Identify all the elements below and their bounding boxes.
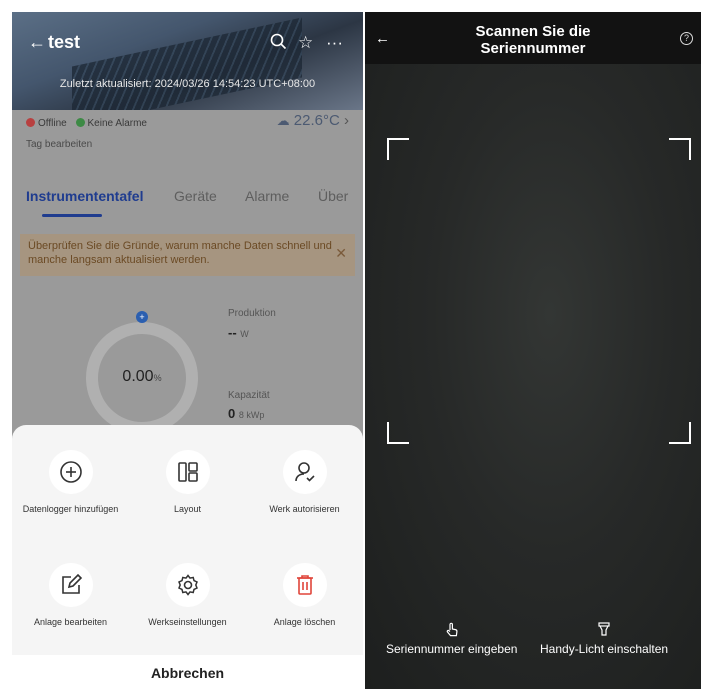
tab-indicator: [42, 214, 102, 217]
offline-dot-icon: [26, 118, 35, 127]
tab-about[interactable]: Über: [318, 188, 348, 204]
delete-plant-button[interactable]: Anlage löschen: [246, 563, 363, 627]
scan-header: ← Scannen Sie die Seriennummer ?: [365, 12, 701, 64]
frame-corner-top-right: [669, 138, 691, 160]
back-arrow-icon[interactable]: ←: [28, 32, 46, 53]
authorize-plant-label: Werk autorisieren: [269, 504, 340, 514]
back-arrow-icon[interactable]: ←: [375, 30, 390, 47]
edit-plant-label: Anlage bearbeiten: [33, 617, 108, 627]
top-bar: ← test ☆ ···: [12, 30, 363, 60]
notice-text: Überprüfen Sie die Gründe, warum manche …: [28, 240, 332, 266]
capacity-value: 0 8 kWp: [228, 406, 265, 421]
scan-title: Scannen Sie die Seriennummer: [475, 23, 591, 57]
trash-icon: [296, 575, 313, 595]
capacity-label: Kapazität: [228, 390, 270, 401]
production-value: -- W: [228, 325, 249, 340]
tab-dashboard[interactable]: Instrumententafel: [26, 188, 143, 204]
search-icon[interactable]: [270, 33, 287, 55]
tab-devices[interactable]: Geräte: [174, 188, 217, 204]
more-icon[interactable]: ···: [326, 33, 343, 53]
frame-corner-top-left: [387, 138, 409, 160]
status-line: Offline Keine Alarme: [26, 118, 147, 129]
temperature: 22.6°C: [293, 112, 340, 129]
plus-circle-icon: [59, 461, 82, 483]
plant-settings-button[interactable]: Werkseinstellungen: [129, 563, 246, 627]
layout-label: Layout: [173, 504, 202, 514]
weather[interactable]: ☁ 22.6°C ›: [277, 112, 349, 129]
cancel-button[interactable]: Abbrechen: [12, 655, 363, 689]
gauge-marker-icon: +: [136, 311, 148, 323]
enter-serial-label: Seriennummer eingeben: [386, 642, 518, 656]
help-icon[interactable]: ?: [680, 32, 693, 45]
add-datalogger-label: Datenlogger hinzufügen: [22, 504, 119, 514]
scan-actions: Seriennummer eingeben Handy-Licht einsch…: [365, 622, 701, 689]
chevron-right-icon: ›: [344, 112, 349, 129]
user-check-icon: [294, 462, 315, 482]
action-sheet: Datenlogger hinzufügen Layout Werk autor…: [12, 425, 363, 689]
gauge-value: 0.00%: [122, 368, 162, 385]
tab-alarms[interactable]: Alarme: [245, 188, 289, 204]
hand-pointer-icon: [386, 622, 517, 638]
enter-serial-button[interactable]: Seriennummer eingeben: [386, 622, 517, 656]
flashlight-label: Handy-Licht einschalten: [540, 642, 669, 656]
frame-corner-bottom-right: [669, 422, 691, 444]
edit-tag-link[interactable]: Tag bearbeiten: [26, 139, 92, 150]
add-datalogger-button[interactable]: Datenlogger hinzufügen: [12, 450, 129, 514]
production-label: Produktion: [228, 308, 276, 319]
hero-image: [12, 12, 363, 127]
authorize-plant-button[interactable]: Werk autorisieren: [246, 450, 363, 514]
edit-icon: [61, 573, 82, 594]
plant-dashboard-screen: ← test ☆ ··· Zuletzt aktualisiert: 2024/…: [12, 12, 363, 689]
gear-icon: [177, 574, 198, 596]
notice-banner: Überprüfen Sie die Gründe, warum manche …: [20, 234, 355, 276]
last-updated: Zuletzt aktualisiert: 2024/03/26 14:54:2…: [59, 78, 316, 90]
frame-corner-bottom-left: [387, 422, 409, 444]
layout-button[interactable]: Layout: [129, 450, 246, 514]
scan-serial-screen: ← Scannen Sie die Seriennummer ? Serienn…: [365, 12, 701, 689]
star-icon[interactable]: ☆: [298, 33, 313, 53]
alarm-status: Keine Alarme: [87, 118, 147, 129]
close-icon[interactable]: ✕: [335, 246, 347, 260]
layout-grid-icon: [177, 462, 198, 482]
cancel-label: Abbrechen: [150, 665, 225, 681]
offline-status: Offline: [38, 118, 67, 129]
plant-title: test: [48, 32, 81, 52]
flashlight-icon: [540, 622, 668, 638]
cloud-rain-icon: ☁: [276, 113, 290, 128]
camera-viewfinder: [365, 64, 701, 689]
edit-plant-button[interactable]: Anlage bearbeiten: [12, 563, 129, 627]
delete-plant-label: Anlage löschen: [273, 617, 336, 627]
flashlight-button[interactable]: Handy-Licht einschalten: [540, 622, 668, 656]
plant-settings-label: Werkseinstellungen: [148, 617, 227, 627]
ok-dot-icon: [75, 118, 85, 127]
tab-bar: Instrumententafel Geräte Alarme Über: [12, 188, 363, 218]
